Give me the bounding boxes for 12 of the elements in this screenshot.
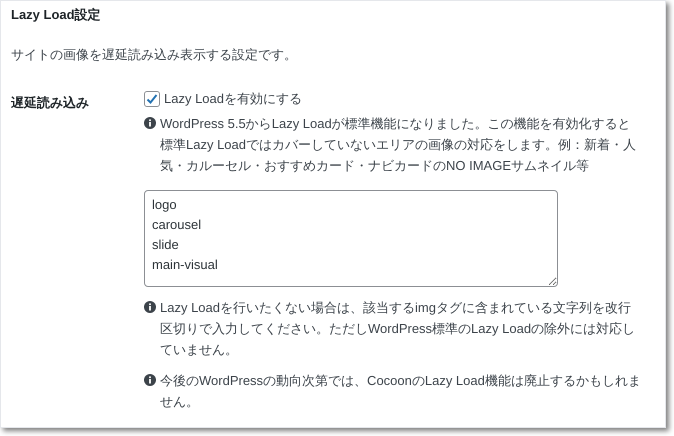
section-description: サイトの画像を遅延読み込み表示する設定です。 [11, 46, 298, 64]
check-icon [145, 92, 159, 106]
section-title: Lazy Load設定 [11, 6, 102, 24]
help-text: WordPress 5.5からLazy Loadが標準機能になりました。この機能を有効化すると標準Lazy Loadではカバーしていないエリアの画像の対応をします。例：新着・人気・カルーセル・おすすめカード・ナビカードのNO IMAGEサムネイル等 [160, 115, 637, 175]
help-text: Lazy Loadを行いたくない場合は、該当するimgタグに含まれている文字列を改行区切りで入力してください。ただしWordPress標準のLazy Loadの除外には対応していません。 [160, 299, 636, 359]
setting-label: 遅延読み込み [11, 94, 90, 112]
exclude-textarea[interactable]: logo carousel slide main-visual [144, 190, 558, 287]
info-icon [144, 374, 156, 386]
lazy-load-checkbox[interactable]: Lazy Loadを有効にする [144, 89, 302, 109]
info-icon [144, 117, 156, 129]
help-text: 今後のWordPressの動向次第では、CocoonのLazy Load機能は廃止するかもしれません。 [160, 372, 642, 411]
info-icon [144, 301, 156, 313]
